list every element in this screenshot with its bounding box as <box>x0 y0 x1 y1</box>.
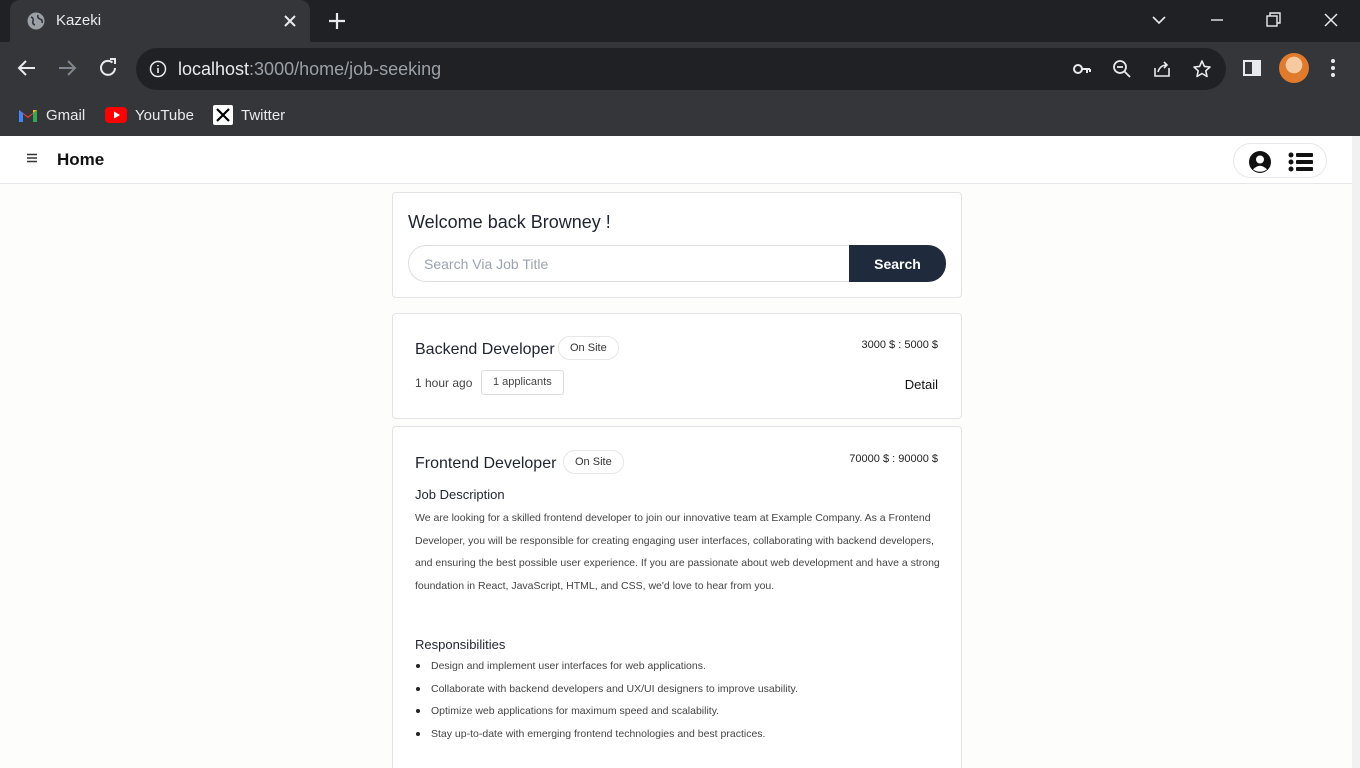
address-bar[interactable]: localhost:3000/home/job-seeking <box>136 48 1226 90</box>
job-search-input[interactable] <box>408 245 850 282</box>
search-button[interactable]: Search <box>849 245 946 282</box>
hamburger-menu-icon[interactable] <box>26 152 38 164</box>
browser-tab[interactable]: Kazeki <box>10 0 310 42</box>
back-arrow-icon[interactable] <box>15 56 39 80</box>
list-item: Optimize web applications for maximum sp… <box>415 700 940 723</box>
url-text[interactable]: localhost:3000/home/job-seeking <box>178 59 441 80</box>
bookmark-youtube[interactable]: YouTube <box>105 104 194 126</box>
zoom-out-icon[interactable] <box>1111 58 1133 80</box>
side-panel-icon[interactable] <box>1240 56 1264 80</box>
list-icon[interactable] <box>1288 150 1314 174</box>
kebab-menu-icon[interactable] <box>1321 56 1345 80</box>
job-description-heading: Job Description <box>415 487 505 502</box>
job-title: Backend Developer <box>415 341 555 358</box>
job-type-badge: On Site <box>563 450 624 474</box>
job-title: Frontend Developer <box>415 455 557 472</box>
job-description-text: We are looking for a skilled frontend de… <box>415 512 940 592</box>
new-tab-icon[interactable] <box>326 10 348 32</box>
responsibilities-heading: Responsibilities <box>415 637 506 652</box>
close-tab-icon[interactable] <box>280 11 300 31</box>
tab-search-icon[interactable] <box>1147 8 1171 32</box>
bookmark-youtube-label: YouTube <box>135 106 194 124</box>
applicants-badge: 1 applicants <box>481 370 564 395</box>
share-icon[interactable] <box>1151 58 1173 80</box>
salary-range: 3000 $ : 5000 $ <box>861 339 938 351</box>
profile-avatar[interactable] <box>1279 53 1309 83</box>
bookmark-star-icon[interactable] <box>1191 58 1213 80</box>
minimize-icon[interactable] <box>1205 8 1229 32</box>
forward-arrow-icon[interactable] <box>55 56 79 80</box>
welcome-heading: Welcome back Browney ! <box>408 212 611 232</box>
job-type-badge: On Site <box>558 336 619 360</box>
url-path: :3000/home/job-seeking <box>249 59 442 79</box>
app-header: Home <box>0 136 1352 184</box>
bookmark-twitter[interactable]: Twitter <box>213 104 285 126</box>
detail-link[interactable]: Detail <box>905 377 938 392</box>
posted-time: 1 hour ago <box>415 376 473 390</box>
restore-icon[interactable] <box>1261 8 1285 32</box>
bookmark-gmail-label: Gmail <box>46 106 86 124</box>
salary-range: 70000 $ : 90000 $ <box>849 453 938 465</box>
list-item: Design and implement user interfaces for… <box>415 655 940 678</box>
user-circle-icon[interactable] <box>1248 150 1272 174</box>
youtube-icon <box>105 107 127 123</box>
browser-tab-strip: Kazeki <box>0 0 1360 42</box>
job-card[interactable]: Frontend Developer On Site 70000 $ : 900… <box>392 426 962 768</box>
x-twitter-icon <box>213 105 233 125</box>
job-card[interactable]: Backend Developer On Site 3000 $ : 5000 … <box>392 313 962 419</box>
page-title: Home <box>57 150 105 169</box>
site-info-icon[interactable] <box>148 59 168 79</box>
bookmarks-bar: Gmail YouTube Twitter <box>0 94 1360 136</box>
key-icon[interactable] <box>1071 58 1093 80</box>
browser-toolbar: localhost:3000/home/job-seeking <box>0 42 1360 94</box>
responsibilities-list: Design and implement user interfaces for… <box>415 655 940 745</box>
reload-icon[interactable] <box>96 56 120 80</box>
list-item: Collaborate with backend developers and … <box>415 678 940 701</box>
tab-title: Kazeki <box>56 12 102 29</box>
bookmark-gmail[interactable]: Gmail <box>18 104 85 126</box>
page-scrollbar[interactable] <box>1352 136 1360 768</box>
globe-icon <box>27 12 45 30</box>
gmail-icon <box>19 110 37 122</box>
list-item: Stay up-to-date with emerging frontend t… <box>415 723 940 746</box>
url-host: localhost <box>178 59 250 79</box>
close-window-icon[interactable] <box>1319 8 1343 32</box>
welcome-card: Welcome back Browney ! Search <box>392 192 962 298</box>
user-menu-pill[interactable] <box>1233 143 1327 178</box>
bookmark-twitter-label: Twitter <box>241 106 286 124</box>
